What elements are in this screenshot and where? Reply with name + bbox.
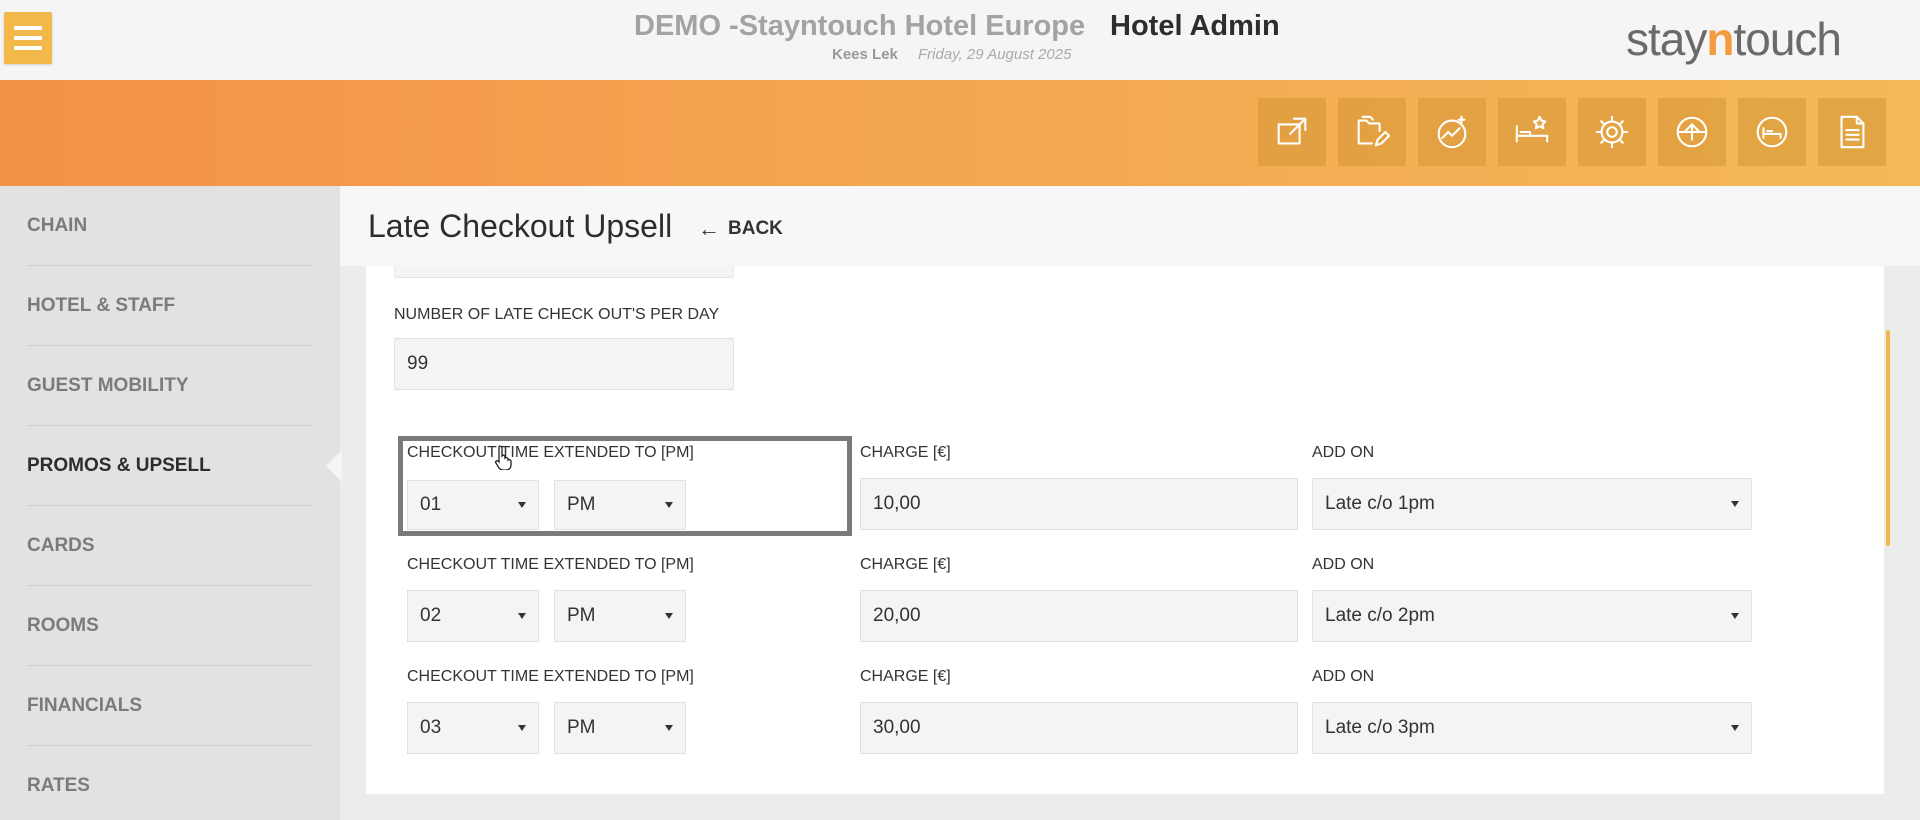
toolbar-band	[0, 80, 1920, 186]
back-label: BACK	[728, 218, 783, 239]
page-header: Late Checkout Upsell ← BACK	[340, 186, 1920, 266]
addon-value: Late c/o 2pm	[1325, 605, 1435, 626]
caret-down-icon	[665, 725, 673, 731]
charge-input[interactable]: 20,00	[860, 590, 1298, 642]
sidebar-item-rooms[interactable]: ROOMS	[27, 586, 313, 666]
ampm-value: PM	[567, 605, 596, 626]
ampm-select[interactable]: PM	[554, 702, 686, 754]
caret-down-icon	[1731, 501, 1739, 507]
hour-select[interactable]: 03	[407, 702, 539, 754]
menu-line	[14, 36, 42, 40]
hotel-name: DEMO -Stayntouch Hotel Europe	[634, 10, 1086, 42]
stats-sparkle-icon	[1437, 115, 1467, 149]
external-link-icon	[1277, 117, 1307, 145]
hand-cursor-icon	[494, 445, 512, 470]
addon-label: ADD ON	[1312, 556, 1375, 573]
sidebar-item-cards[interactable]: CARDS	[27, 506, 313, 586]
sidebar-item-promos-upsell[interactable]: PROMOS & UPSELL	[27, 426, 313, 506]
active-item-pointer	[326, 450, 342, 482]
external-link-button[interactable]	[1258, 98, 1326, 166]
addon-label: ADD ON	[1312, 444, 1375, 461]
back-button[interactable]: ← BACK	[698, 216, 783, 242]
bed-star-icon	[1515, 115, 1549, 143]
caret-down-icon	[665, 613, 673, 619]
per-day-input[interactable]: 99	[394, 338, 734, 390]
document-icon	[1840, 115, 1865, 149]
stats-button[interactable]	[1418, 98, 1486, 166]
per-day-label: NUMBER OF LATE CHECK OUT'S PER DAY	[394, 306, 720, 323]
ampm-value: PM	[567, 717, 596, 738]
checkout-time-label: CHECKOUT TIME EXTENDED TO [PM]	[407, 668, 694, 685]
top-bar: DEMO -Stayntouch Hotel Europe Hotel Admi…	[0, 0, 1920, 80]
hour-value: 02	[420, 605, 442, 626]
current-date: Friday, 29 August 2025	[918, 46, 1072, 63]
app-title: Hotel Admin	[1110, 10, 1280, 42]
upload-button[interactable]	[1658, 98, 1726, 166]
caret-down-icon	[518, 613, 526, 619]
caret-down-icon	[518, 725, 526, 731]
bed-refresh-icon	[1756, 116, 1788, 148]
sidebar-item-chain[interactable]: CHAIN	[27, 186, 313, 266]
folder-edit-icon	[1357, 115, 1391, 147]
logo-text-stay: stay	[1626, 13, 1707, 65]
sidebar-item-rates[interactable]: RATES	[27, 746, 313, 820]
caret-down-icon	[1731, 613, 1739, 619]
stayntouch-logo: stayntouch	[1626, 12, 1842, 66]
reports-button[interactable]	[1818, 98, 1886, 166]
scrollbar-thumb[interactable]	[1886, 330, 1890, 546]
checkout-time-label: CHECKOUT TIME EXTENDED TO [PM]	[407, 556, 694, 573]
charge-label: CHARGE [€]	[860, 444, 951, 461]
menu-line	[14, 26, 42, 30]
user-name: Kees Lek	[832, 46, 898, 63]
page-title: Late Checkout Upsell	[368, 208, 673, 244]
addon-select[interactable]: Late c/o 1pm	[1312, 478, 1752, 530]
folder-edit-button[interactable]	[1338, 98, 1406, 166]
charge-label: CHARGE [€]	[860, 556, 951, 573]
addon-label: ADD ON	[1312, 668, 1375, 685]
housekeeping-button[interactable]	[1738, 98, 1806, 166]
addon-value: Late c/o 3pm	[1325, 717, 1435, 738]
charge-label: CHARGE [€]	[860, 668, 951, 685]
addon-select[interactable]: Late c/o 2pm	[1312, 590, 1752, 642]
logo-text-accent: n	[1706, 13, 1734, 65]
upload-icon	[1676, 116, 1708, 148]
settings-button[interactable]	[1578, 98, 1646, 166]
gear-icon	[1595, 115, 1629, 149]
charge-input[interactable]: 10,00	[860, 478, 1298, 530]
highlight-box	[398, 436, 852, 536]
sidebar-item-guest-mobility[interactable]: GUEST MOBILITY	[27, 346, 313, 426]
addon-value: Late c/o 1pm	[1325, 493, 1435, 514]
arrow-left-icon: ←	[698, 216, 720, 241]
menu-line	[14, 46, 42, 50]
ampm-select[interactable]: PM	[554, 590, 686, 642]
logo-text-touch: touch	[1733, 13, 1842, 65]
previous-field-edge	[394, 266, 734, 278]
addon-select[interactable]: Late c/o 3pm	[1312, 702, 1752, 754]
sidebar-item-financials[interactable]: FINANCIALS	[27, 666, 313, 746]
hour-value: 03	[420, 717, 442, 738]
hour-select[interactable]: 02	[407, 590, 539, 642]
rooms-upsell-button[interactable]	[1498, 98, 1566, 166]
caret-down-icon	[1731, 725, 1739, 731]
charge-input[interactable]: 30,00	[860, 702, 1298, 754]
sidebar: CHAIN HOTEL & STAFF GUEST MOBILITY PROMO…	[0, 186, 340, 820]
hamburger-menu-button[interactable]	[4, 12, 52, 64]
sidebar-item-hotel-staff[interactable]: HOTEL & STAFF	[27, 266, 313, 346]
